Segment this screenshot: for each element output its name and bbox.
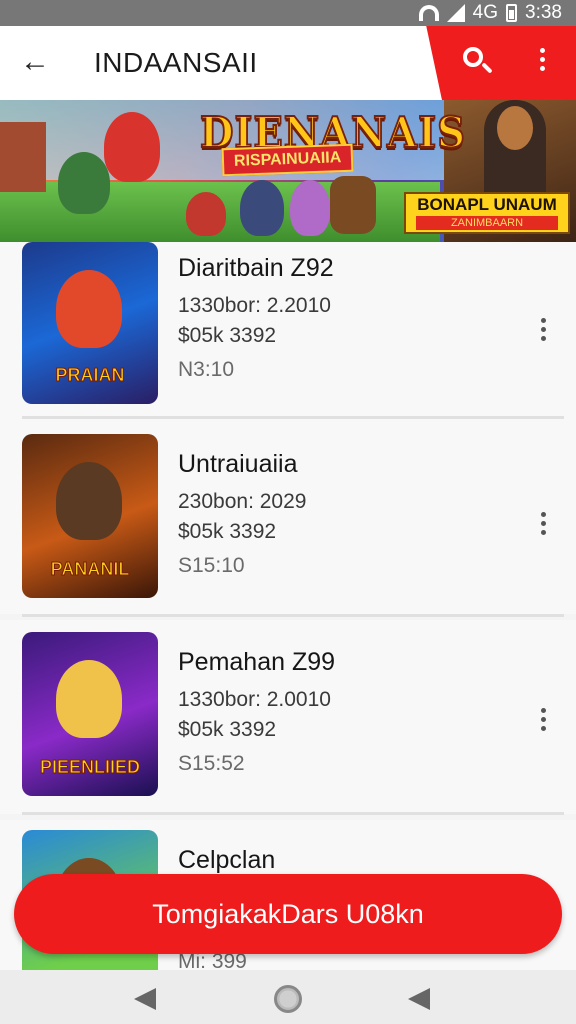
item-more-button[interactable]	[538, 512, 548, 542]
divider	[22, 812, 564, 815]
promo-banner[interactable]: DIENANAIS RISPAINUAIIA BONAPL UNAUM ZANI…	[0, 100, 576, 242]
primary-cta-button[interactable]: TomgiakakDars U08kn	[14, 874, 562, 954]
game-thumbnail[interactable]: PRAIAN	[22, 242, 158, 404]
character-illustration	[186, 192, 226, 236]
back-button[interactable]: ←	[20, 40, 60, 84]
item-time: S15:52	[178, 752, 245, 775]
item-price: $05k 3392	[178, 324, 277, 347]
thumbnail-label: PANANIL	[50, 559, 130, 580]
banner-badge-subtitle: ZANIMBAARN	[416, 216, 558, 230]
item-detail: 1330bor: 2.0010	[178, 688, 331, 711]
item-title: Untraiuaiia	[178, 450, 298, 478]
status-bar: 4G 3:38	[0, 0, 576, 26]
search-button[interactable]	[458, 42, 498, 82]
game-thumbnail[interactable]: PANANIL	[22, 434, 158, 598]
app-bar-accent	[423, 26, 576, 100]
thumbnail-label: PIEENLIIED	[39, 757, 141, 778]
house-illustration	[0, 122, 46, 192]
item-title: Celpclan	[178, 846, 276, 874]
list-item[interactable]: PIEENLIIED Pemahan Z99 1330bor: 2.0010 $…	[0, 620, 576, 815]
battery-icon	[506, 4, 518, 22]
game-thumbnail[interactable]: PIEENLIIED	[22, 632, 158, 796]
more-vert-button[interactable]	[536, 48, 548, 78]
banner-badge: BONAPL UNAUM ZANIMBAARN	[404, 192, 570, 234]
character-illustration	[58, 152, 110, 214]
item-detail: 1330bor: 2.2010	[178, 294, 331, 317]
nav-home-icon[interactable]	[274, 985, 302, 1013]
list-item[interactable]: PANANIL Untraiuaiia 230bon: 2029 $05k 33…	[0, 420, 576, 617]
character-illustration	[290, 180, 330, 236]
nav-recents-icon[interactable]	[408, 988, 430, 1010]
item-price: $05k 3392	[178, 520, 277, 543]
network-type: 4G	[472, 2, 499, 23]
item-title: Pemahan Z99	[178, 648, 336, 676]
thumbnail-label: PRAIAN	[55, 365, 125, 386]
page-title: INDAANSAII	[94, 47, 258, 78]
banner-subtitle: RISPAINUAIIA	[221, 143, 354, 177]
search-icon	[463, 47, 483, 67]
status-time: 3:38	[525, 2, 562, 23]
divider	[22, 416, 564, 419]
app-bar: ← INDAANSAII	[0, 26, 576, 100]
character-illustration	[240, 180, 284, 236]
banner-badge-title: BONAPL UNAUM	[417, 195, 557, 214]
item-more-button[interactable]	[538, 318, 548, 348]
arrow-left-icon: ←	[20, 45, 50, 78]
item-price: $05k 3392	[178, 718, 277, 741]
wifi-icon	[418, 5, 439, 21]
signal-icon	[446, 4, 465, 22]
barrel-illustration	[330, 176, 376, 234]
item-time: S15:10	[178, 554, 245, 577]
game-list: PRAIAN Diaritbain Z92 1330bor: 2.2010 $0…	[0, 242, 576, 970]
item-time: N3:10	[178, 358, 235, 381]
item-more-button[interactable]	[538, 708, 548, 738]
divider	[22, 614, 564, 617]
nav-back-icon[interactable]	[134, 988, 156, 1010]
system-nav-bar	[0, 970, 576, 1024]
character-illustration	[104, 112, 160, 182]
status-icons: 4G 3:38	[418, 2, 562, 24]
list-item[interactable]: PRAIAN Diaritbain Z92 1330bor: 2.2010 $0…	[0, 242, 576, 436]
item-detail: 230bon: 2029	[178, 490, 307, 513]
item-title: Diaritbain Z92	[178, 254, 334, 282]
